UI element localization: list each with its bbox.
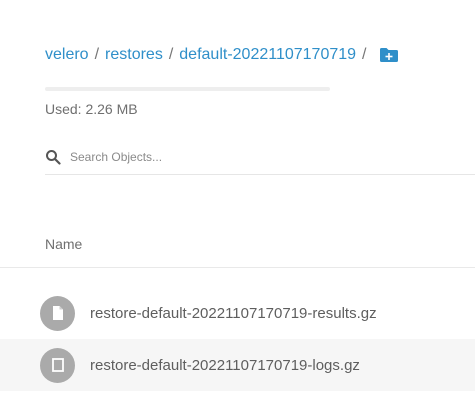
- file-icon: [40, 295, 75, 331]
- breadcrumb-bucket-link[interactable]: velero: [45, 46, 89, 64]
- column-header-name[interactable]: Name: [45, 236, 82, 252]
- file-icon: [40, 347, 75, 383]
- breadcrumb-separator: /: [362, 46, 367, 63]
- search-input[interactable]: [70, 150, 450, 164]
- breadcrumb-restores-link[interactable]: restores: [105, 46, 163, 64]
- breadcrumb-separator: /: [168, 46, 174, 63]
- folder-plus-icon[interactable]: [379, 47, 399, 63]
- usage-bar: [45, 87, 330, 91]
- table-header: Name: [0, 224, 475, 268]
- breadcrumb-folder-link[interactable]: default-20221107170719: [179, 46, 356, 64]
- used-space-label: Used: 2.26 MB: [45, 101, 138, 117]
- table-row[interactable]: restore-default-20221107170719-logs.gz: [0, 339, 475, 391]
- breadcrumb: velero / restores / default-202211071707…: [45, 46, 399, 64]
- search-icon: [45, 149, 61, 165]
- table-row[interactable]: restore-default-20221107170719-results.g…: [0, 287, 475, 339]
- search-bar: [45, 140, 475, 175]
- file-name[interactable]: restore-default-20221107170719-logs.gz: [90, 357, 360, 374]
- file-name[interactable]: restore-default-20221107170719-results.g…: [90, 305, 377, 322]
- breadcrumb-separator: /: [94, 46, 100, 63]
